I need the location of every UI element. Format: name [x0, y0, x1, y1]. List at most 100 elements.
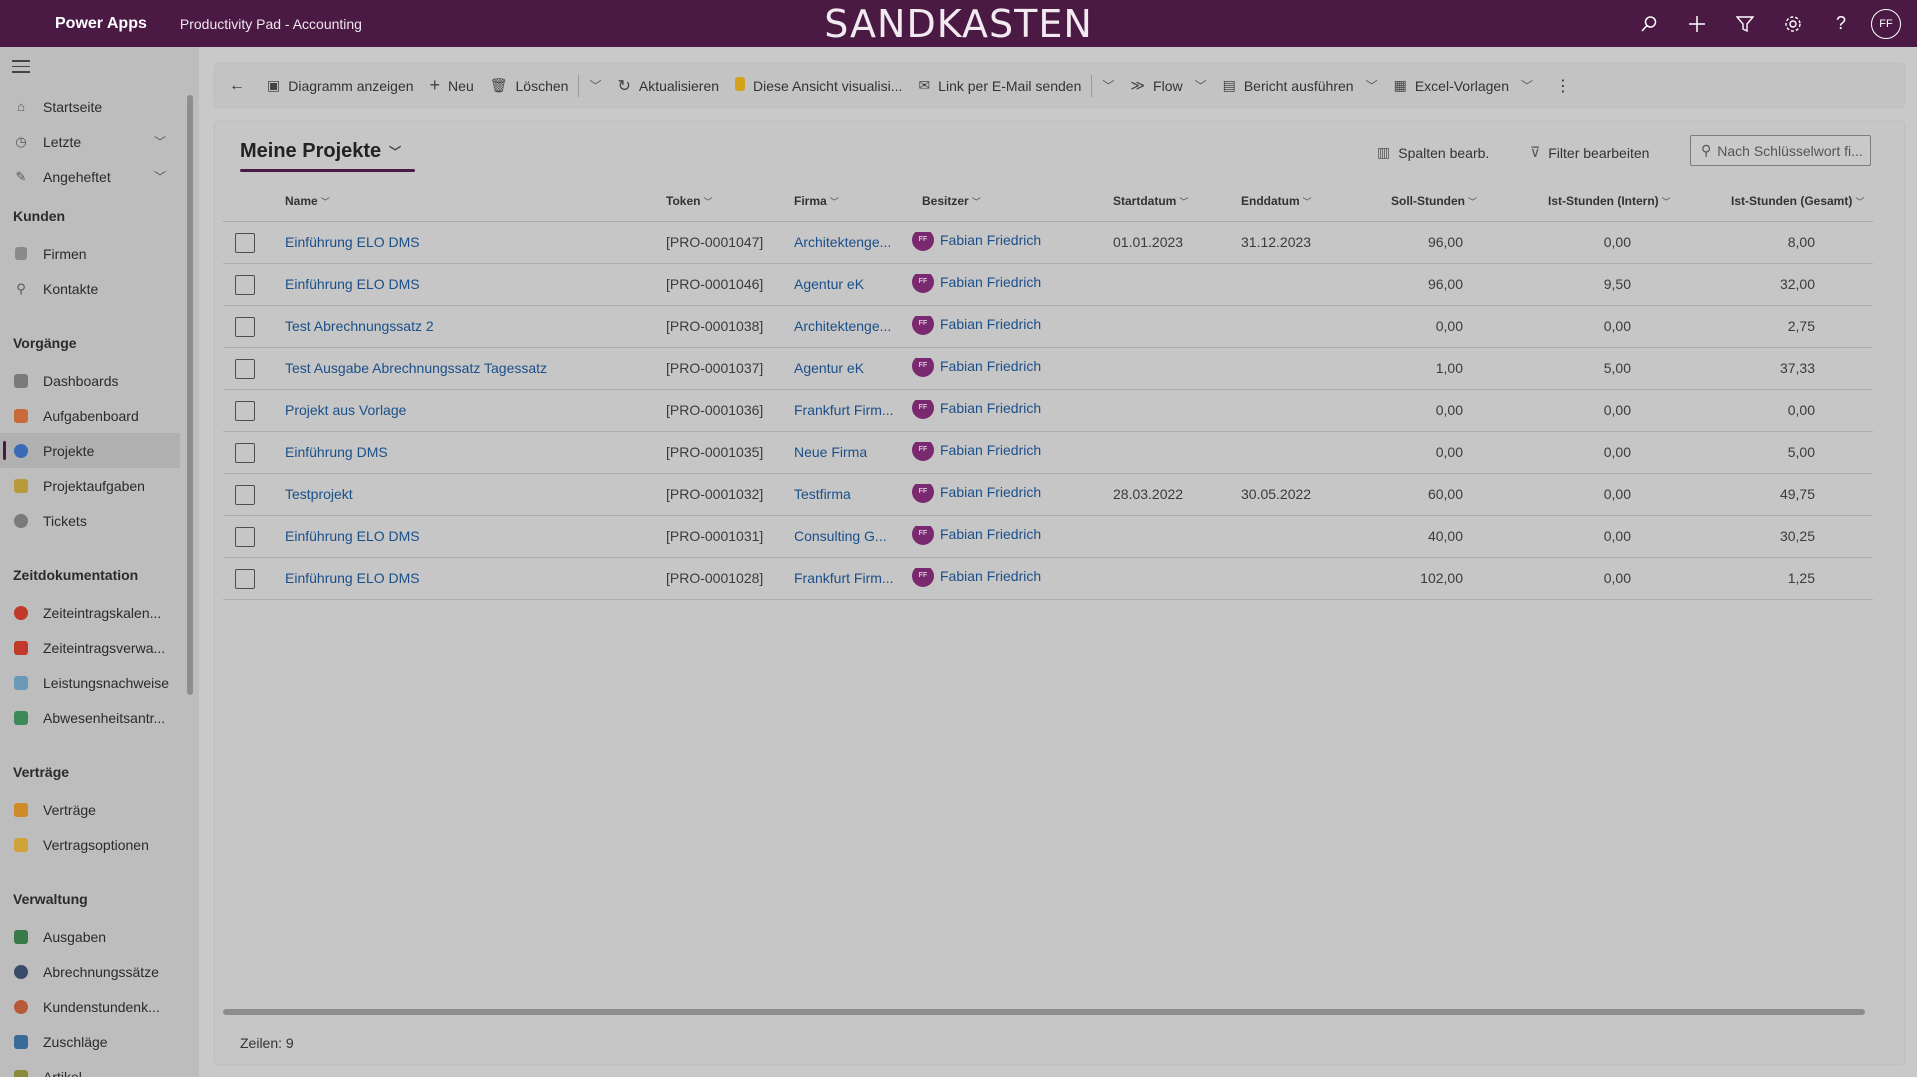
table-row[interactable]: Testprojekt [PRO-0001032] Testfirma FF Fabia…: [223, 474, 1873, 516]
column-header-firma[interactable]: Firma ﹀: [794, 194, 839, 208]
chevron-down-icon[interactable]: ﹀: [1094, 77, 1122, 94]
excel-templates-button[interactable]: ▦ Excel-Vorlagen ﹀: [1386, 64, 1541, 107]
cell-name[interactable]: Test Abrechnungssatz 2: [285, 318, 655, 334]
sidebar-item-projektaufgaben[interactable]: Projektaufgaben: [0, 468, 180, 503]
table-row[interactable]: Test Abrechnungssatz 2 [PRO-0001038] Archi…: [223, 306, 1873, 348]
filter-icon[interactable]: [1721, 0, 1769, 47]
sidebar-item-angeheftet[interactable]: ✎ Angeheftet ﹀: [0, 159, 180, 194]
refresh-button[interactable]: ↻ Aktualisieren: [609, 64, 727, 107]
sidebar-item-ausgaben[interactable]: Ausgaben: [0, 919, 180, 954]
sidebar-item-zeiteintragskalender[interactable]: Zeiteintragskalen...: [0, 595, 180, 630]
cell-firma[interactable]: Agentur eK: [794, 276, 909, 292]
cell-firma[interactable]: Frankfurt Firm...: [794, 570, 909, 586]
cell-besitzer[interactable]: FF Fabian Friedrich: [912, 442, 1102, 461]
table-row[interactable]: Einführung DMS [PRO-0001035] Neue Firma FF F…: [223, 432, 1873, 474]
delete-button[interactable]: 🗑︎ Löschen: [482, 64, 577, 107]
table-row[interactable]: Einführung ELO DMS [PRO-0001046] Agentur e…: [223, 264, 1873, 306]
sidebar-item-projekte[interactable]: Projekte: [0, 433, 180, 468]
table-row[interactable]: Einführung ELO DMS [PRO-0001047] Architekt…: [223, 222, 1873, 264]
row-checkbox[interactable]: [235, 527, 255, 547]
search-icon[interactable]: [1625, 0, 1673, 47]
column-header-besitzer[interactable]: Besitzer ﹀: [922, 194, 981, 208]
more-commands-button[interactable]: ⋮: [1541, 64, 1579, 107]
plus-icon[interactable]: [1673, 0, 1721, 47]
cell-besitzer[interactable]: FF Fabian Friedrich: [912, 358, 1102, 377]
cell-name[interactable]: Einführung ELO DMS: [285, 234, 655, 250]
sidebar-item-dashboards[interactable]: Dashboards: [0, 363, 180, 398]
horizontal-scrollbar[interactable]: [223, 1009, 1865, 1015]
gear-icon[interactable]: [1769, 0, 1817, 47]
cell-name[interactable]: Einführung ELO DMS: [285, 528, 655, 544]
sidebar-item-kundenstundenkonten[interactable]: Kundenstundenk...: [0, 989, 180, 1024]
user-avatar[interactable]: FF: [1871, 8, 1901, 39]
row-checkbox[interactable]: [235, 233, 255, 253]
sidebar-item-vertragsoptionen[interactable]: Vertragsoptionen: [0, 827, 180, 862]
flow-button[interactable]: ≫ Flow ﹀: [1122, 64, 1214, 107]
sidebar-item-artikel[interactable]: Artikel: [0, 1059, 180, 1077]
cell-firma[interactable]: Consulting G...: [794, 528, 909, 544]
column-header-token[interactable]: Token ﹀: [666, 194, 712, 208]
sidebar-item-leistungsnachweise[interactable]: Leistungsnachweise: [0, 665, 180, 700]
view-selector[interactable]: Meine Projekte ﹀: [240, 140, 401, 163]
cell-name[interactable]: Einführung ELO DMS: [285, 570, 655, 586]
cell-name[interactable]: Einführung DMS: [285, 444, 655, 460]
row-checkbox[interactable]: [235, 401, 255, 421]
chevron-down-icon[interactable]: ﹀: [154, 168, 166, 185]
cell-name[interactable]: Projekt aus Vorlage: [285, 402, 655, 418]
chevron-down-icon[interactable]: ﹀: [581, 77, 609, 94]
row-checkbox[interactable]: [235, 275, 255, 295]
new-button[interactable]: + Neu: [422, 64, 482, 107]
back-button[interactable]: ←: [215, 64, 259, 107]
sidebar-item-kontakte[interactable]: ⚲ Kontakte: [0, 271, 180, 306]
chevron-down-icon[interactable]: ﹀: [154, 133, 166, 150]
sidebar-item-aufgabenboard[interactable]: Aufgabenboard: [0, 398, 180, 433]
row-checkbox[interactable]: [235, 569, 255, 589]
row-checkbox[interactable]: [235, 443, 255, 463]
cell-name[interactable]: Test Ausgabe Abrechnungssatz Tagessatz: [285, 360, 655, 376]
visualize-view-button[interactable]: Diese Ansicht visualisi...: [727, 64, 910, 107]
sidebar-item-startseite[interactable]: ⌂ Startseite: [0, 89, 180, 124]
cell-firma[interactable]: Frankfurt Firm...: [794, 402, 909, 418]
sidebar-item-firmen[interactable]: Firmen: [0, 236, 180, 271]
row-checkbox[interactable]: [235, 485, 255, 505]
column-header-startdatum[interactable]: Startdatum ﹀: [1113, 194, 1188, 208]
column-header-name[interactable]: Name ﹀: [285, 194, 330, 208]
table-row[interactable]: Einführung ELO DMS [PRO-0001031] Consultin…: [223, 516, 1873, 558]
sidebar-item-abwesenheitsantraege[interactable]: Abwesenheitsantr...: [0, 700, 180, 735]
edit-filters-button[interactable]: ⊽ Filter bearbeiten: [1530, 144, 1649, 161]
table-row[interactable]: Projekt aus Vorlage [PRO-0001036] Frankfur…: [223, 390, 1873, 432]
column-header-ist-stunden-intern[interactable]: Ist-Stunden (Intern) ﹀: [1548, 194, 1671, 208]
sidebar-item-letzte[interactable]: ◷ Letzte ﹀: [0, 124, 180, 159]
edit-columns-button[interactable]: ▥ Spalten bearb.: [1377, 144, 1489, 161]
run-report-button[interactable]: ▤ Bericht ausführen ﹀: [1215, 64, 1386, 107]
help-icon[interactable]: ?: [1817, 0, 1865, 47]
sidebar-item-zuschlaege[interactable]: Zuschläge: [0, 1024, 180, 1059]
table-row[interactable]: Einführung ELO DMS [PRO-0001028] Frankfurt…: [223, 558, 1873, 600]
cell-besitzer[interactable]: FF Fabian Friedrich: [912, 232, 1102, 251]
brand-name[interactable]: Power Apps: [55, 15, 147, 33]
row-checkbox[interactable]: [235, 359, 255, 379]
column-header-ist-stunden-gesamt[interactable]: Ist-Stunden (Gesamt) ﹀: [1731, 194, 1864, 208]
cell-besitzer[interactable]: FF Fabian Friedrich: [912, 568, 1102, 587]
column-header-enddatum[interactable]: Enddatum ﹀: [1241, 194, 1312, 208]
column-header-soll-stunden[interactable]: Soll-Stunden ﹀: [1391, 194, 1477, 208]
keyword-search-input[interactable]: ⚲ Nach Schlüsselwort fi...: [1690, 135, 1871, 166]
cell-name[interactable]: Testprojekt: [285, 486, 655, 502]
row-checkbox[interactable]: [235, 317, 255, 337]
cell-besitzer[interactable]: FF Fabian Friedrich: [912, 400, 1102, 419]
cell-name[interactable]: Einführung ELO DMS: [285, 276, 655, 292]
cell-besitzer[interactable]: FF Fabian Friedrich: [912, 484, 1102, 503]
cell-firma[interactable]: Neue Firma: [794, 444, 909, 460]
sidebar-item-zeiteintragsverwaltung[interactable]: Zeiteintragsverwa...: [0, 630, 180, 665]
cell-besitzer[interactable]: FF Fabian Friedrich: [912, 526, 1102, 545]
cell-firma[interactable]: Testfirma: [794, 486, 909, 502]
hamburger-menu-icon[interactable]: [12, 60, 30, 74]
app-name[interactable]: Productivity Pad - Accounting: [180, 16, 362, 32]
show-chart-button[interactable]: ▣ Diagramm anzeigen: [259, 64, 422, 107]
cell-firma[interactable]: Agentur eK: [794, 360, 909, 376]
sidebar-item-tickets[interactable]: Tickets: [0, 503, 180, 538]
cell-besitzer[interactable]: FF Fabian Friedrich: [912, 274, 1102, 293]
sidebar-scrollbar[interactable]: [187, 95, 193, 695]
cell-firma[interactable]: Architektenge...: [794, 318, 909, 334]
cell-firma[interactable]: Architektenge...: [794, 234, 909, 250]
